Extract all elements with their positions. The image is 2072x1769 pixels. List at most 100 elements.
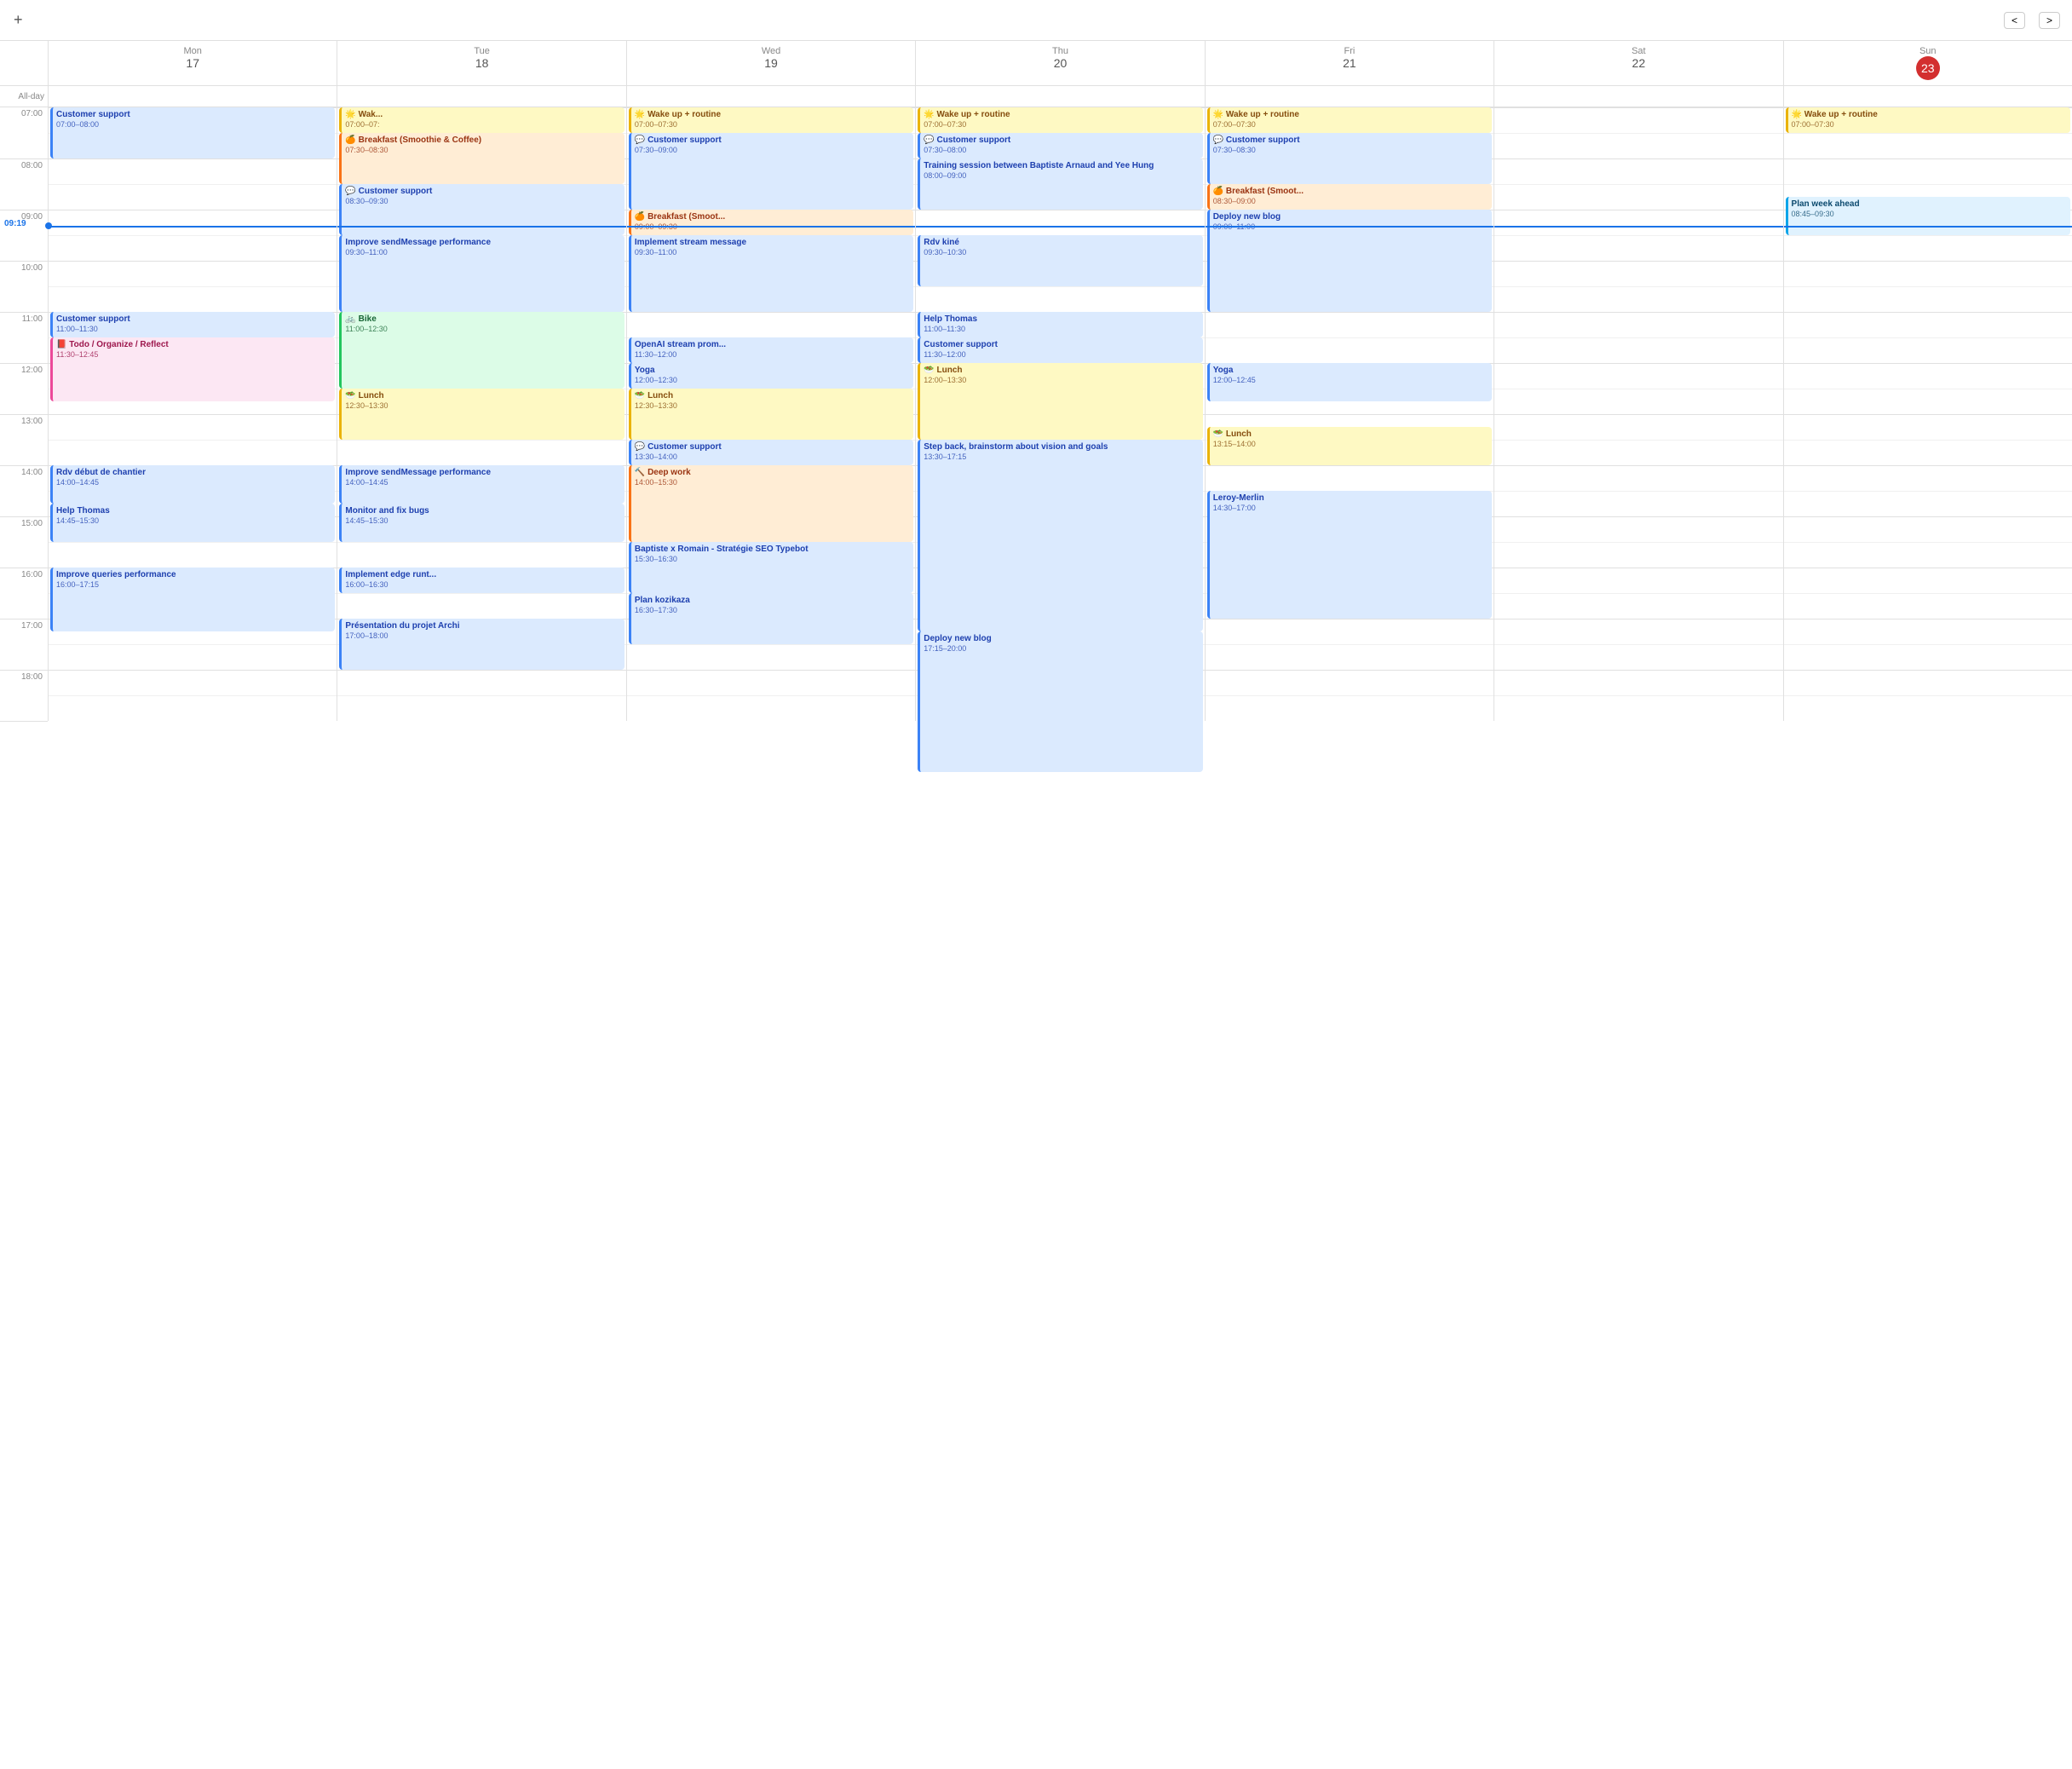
header-left: + <box>10 11 47 29</box>
current-time-label: 09:19 <box>4 219 26 228</box>
event-title: 🌟 Wak... <box>345 109 620 120</box>
event-time: 08:45–09:30 <box>1792 210 2067 218</box>
event[interactable]: 🥗 Lunch12:00–13:30 <box>918 363 1202 440</box>
event[interactable]: Improve sendMessage performance09:30–11:… <box>339 235 624 312</box>
event-title: Improve sendMessage performance <box>345 467 620 478</box>
event[interactable]: 🔨 Deep work14:00–15:30 <box>629 465 913 542</box>
event[interactable]: 🌟 Wak...07:00–07: <box>339 107 624 133</box>
event-title: 🔨 Deep work <box>635 467 910 478</box>
event[interactable]: Deploy new blog09:00–11:00 <box>1207 210 1492 312</box>
col-header-wed19[interactable]: Wed 19 <box>626 41 915 85</box>
day-col-wed19: 🌟 Wake up + routine07:00–07:30💬 Customer… <box>626 107 915 721</box>
event[interactable]: 💬 Customer support07:30–08:30 <box>1207 133 1492 184</box>
event-time: 08:30–09:00 <box>1213 197 1488 205</box>
event[interactable]: Baptiste x Romain - Stratégie SEO Typebo… <box>629 542 913 593</box>
calendar-body: 07:0008:0009:0010:0011:0012:0013:0014:00… <box>0 107 2072 1769</box>
allday-tue18 <box>337 86 625 107</box>
day-header-row: Mon 17 Tue 18 Wed 19 Thu 20 Fri 21 Sat 2… <box>0 41 2072 86</box>
event[interactable]: 🥗 Lunch12:30–13:30 <box>339 389 624 440</box>
event-time: 12:30–13:30 <box>635 401 910 410</box>
event[interactable]: 🥗 Lunch13:15–14:00 <box>1207 427 1492 465</box>
add-event-button[interactable]: + <box>10 11 26 29</box>
time-slot-1200: 12:00 <box>0 363 48 414</box>
event[interactable]: Improve sendMessage performance14:00–14:… <box>339 465 624 504</box>
day-col-fri21: 🌟 Wake up + routine07:00–07:30💬 Customer… <box>1205 107 1494 721</box>
col-header-fri21[interactable]: Fri 21 <box>1205 41 1494 85</box>
event[interactable]: 💬 Customer support08:30–09:30 <box>339 184 624 235</box>
event[interactable]: 🥗 Lunch12:30–13:30 <box>629 389 913 440</box>
event[interactable]: Monitor and fix bugs14:45–15:30 <box>339 504 624 542</box>
event[interactable]: 🚲 Bike11:00–12:30 <box>339 312 624 389</box>
event-title: 📕 Todo / Organize / Reflect <box>56 339 331 350</box>
next-week-button[interactable]: > <box>2039 12 2060 29</box>
event[interactable]: Customer support11:00–11:30 <box>50 312 335 337</box>
event-title: Yoga <box>1213 365 1488 376</box>
event[interactable]: Implement edge runt...16:00–16:30 <box>339 568 624 593</box>
col-header-sun23[interactable]: Sun 23 <box>1783 41 2072 85</box>
event[interactable]: Help Thomas14:45–15:30 <box>50 504 335 542</box>
event-time: 17:15–20:00 <box>924 644 1199 653</box>
event[interactable]: Training session between Baptiste Arnaud… <box>918 158 1202 210</box>
event-title: Plan kozikaza <box>635 595 910 606</box>
event[interactable]: 🌟 Wake up + routine07:00–07:30 <box>1207 107 1492 133</box>
day-col-tue18: 🌟 Wak...07:00–07:🍊 Breakfast (Smoothie &… <box>337 107 625 721</box>
event[interactable]: Plan kozikaza16:30–17:30 <box>629 593 913 644</box>
event[interactable]: 🌟 Wake up + routine07:00–07:30 <box>1786 107 2070 133</box>
event[interactable]: Plan week ahead08:45–09:30 <box>1786 197 2070 235</box>
event[interactable]: 🍊 Breakfast (Smoot...08:30–09:00 <box>1207 184 1492 210</box>
event[interactable]: Step back, brainstorm about vision and g… <box>918 440 1202 631</box>
event[interactable]: Help Thomas11:00–11:30 <box>918 312 1202 337</box>
event-time: 09:30–11:00 <box>635 248 910 256</box>
day-col-thu20: 🌟 Wake up + routine07:00–07:30💬 Customer… <box>915 107 1204 721</box>
tz-label <box>0 41 48 44</box>
event[interactable]: OpenAI stream prom...11:30–12:00 <box>629 337 913 363</box>
event[interactable]: Customer support11:30–12:00 <box>918 337 1202 363</box>
current-time-indicator <box>1206 226 1494 228</box>
time-slot-1100: 11:00 <box>0 312 48 363</box>
current-time-indicator <box>916 226 1204 228</box>
allday-thu20 <box>915 86 1204 107</box>
current-time-indicator <box>337 226 625 228</box>
event[interactable]: Yoga12:00–12:30 <box>629 363 913 389</box>
event[interactable]: Yoga12:00–12:45 <box>1207 363 1492 401</box>
event[interactable]: 🍊 Breakfast (Smoot...09:00–09:30 <box>629 210 913 235</box>
day-col-sat22 <box>1494 107 1782 721</box>
event[interactable]: Implement stream message09:30–11:00 <box>629 235 913 312</box>
event[interactable]: Deploy new blog17:15–20:00 <box>918 631 1202 772</box>
event-time: 12:30–13:30 <box>345 401 620 410</box>
col-header-tue18[interactable]: Tue 18 <box>337 41 625 85</box>
event-time: 14:00–14:45 <box>56 478 331 487</box>
col-header-mon17[interactable]: Mon 17 <box>48 41 337 85</box>
event[interactable]: Rdv kiné09:30–10:30 <box>918 235 1202 286</box>
event[interactable]: Improve queries performance16:00–17:15 <box>50 568 335 631</box>
event-title: Help Thomas <box>56 505 331 516</box>
event[interactable]: 💬 Customer support07:30–08:00 <box>918 133 1202 158</box>
event[interactable]: Leroy-Merlin14:30–17:00 <box>1207 491 1492 619</box>
event-title: 🌟 Wake up + routine <box>924 109 1199 120</box>
calendar-header: + < > <box>0 0 2072 41</box>
event[interactable]: 📕 Todo / Organize / Reflect11:30–12:45 <box>50 337 335 401</box>
event-time: 08:30–09:30 <box>345 197 620 205</box>
event[interactable]: Customer support07:00–08:00 <box>50 107 335 158</box>
event[interactable]: 🍊 Breakfast (Smoothie & Coffee)07:30–08:… <box>339 133 624 184</box>
event-time: 11:00–11:30 <box>56 325 331 333</box>
time-slot-0800: 08:00 <box>0 158 48 210</box>
col-header-sat22[interactable]: Sat 22 <box>1494 41 1782 85</box>
event[interactable]: 🌟 Wake up + routine07:00–07:30 <box>918 107 1202 133</box>
event[interactable]: 💬 Customer support07:30–09:00 <box>629 133 913 210</box>
col-header-thu20[interactable]: Thu 20 <box>915 41 1204 85</box>
allday-row: All-day <box>0 86 2072 107</box>
allday-mon17 <box>48 86 337 107</box>
event[interactable]: 🌟 Wake up + routine07:00–07:30 <box>629 107 913 133</box>
event-time: 07:00–07:30 <box>924 120 1199 129</box>
current-time-indicator <box>1784 226 2072 228</box>
event-time: 11:30–12:00 <box>635 350 910 359</box>
event-time: 16:00–17:15 <box>56 580 331 589</box>
event[interactable]: Rdv début de chantier14:00–14:45 <box>50 465 335 504</box>
event[interactable]: 💬 Customer support13:30–14:00 <box>629 440 913 465</box>
time-slot-0900: 09:00 <box>0 210 48 261</box>
event[interactable]: Présentation du projet Archi17:00–18:00 <box>339 619 624 670</box>
allday-sun23 <box>1783 86 2072 107</box>
event-title: Leroy-Merlin <box>1213 493 1488 504</box>
prev-week-button[interactable]: < <box>2004 12 2025 29</box>
